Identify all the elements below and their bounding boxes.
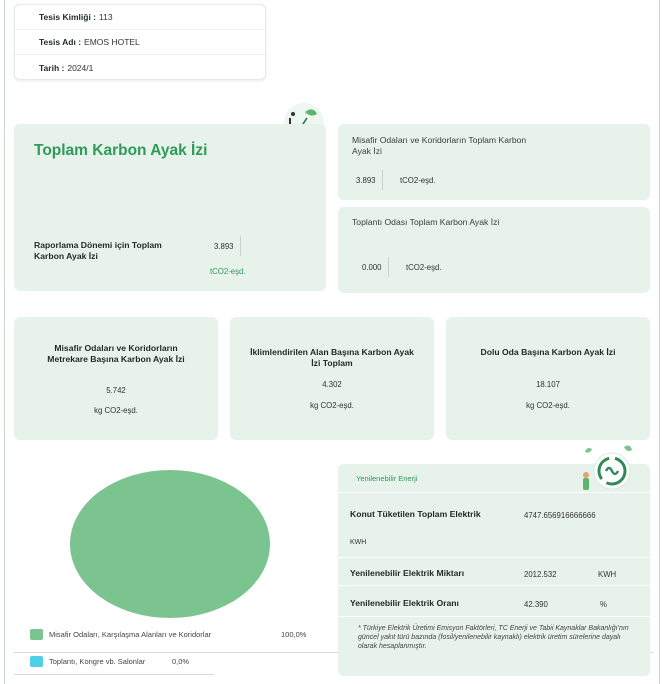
renewable-energy-card: Yenilenebilir Enerji Konut Tüketilen Top… <box>338 464 650 676</box>
guest-rooms-total-unit: tCO2-eşd. <box>400 176 436 185</box>
total-electricity-label: Konut Tüketilen Toplam Elektrik <box>350 509 481 519</box>
per-sqm-card: Misafir Odaları ve Koridorların Metrekar… <box>14 317 218 440</box>
report-date-row: Tarih : 2024/1 <box>15 55 265 80</box>
facility-id-value: 113 <box>99 12 113 22</box>
per-occupied-room-value: 18.107 <box>536 380 560 389</box>
facility-id-label: Tesis Kimliği : <box>39 12 96 22</box>
period-total-value-box: 3.893 <box>214 236 241 256</box>
meeting-room-total-value: 0.000 <box>362 262 382 272</box>
recycle-energy-icon <box>580 441 636 495</box>
total-carbon-card: Toplam Karbon Ayak İzi Raporlama Dönemi … <box>14 124 326 291</box>
facility-name-label: Tesis Adı : <box>39 37 82 47</box>
period-total-value: 3.893 <box>214 241 234 251</box>
frame-left-border <box>4 0 5 684</box>
facility-name-row: Tesis Adı : EMOS HOTEL <box>15 30 265 55</box>
pie-slice-0 <box>70 470 270 618</box>
guest-rooms-total-value-box: 3.893 <box>356 170 383 190</box>
per-sqm-value: 5.742 <box>106 386 126 395</box>
renewable-title: Yenilenebilir Enerji <box>356 474 418 483</box>
renewable-rate-label: Yenilenebilir Elektrik Oranı <box>350 598 459 608</box>
guest-rooms-total-label: Misafir Odaları ve Koridorların Toplam K… <box>352 135 527 156</box>
guest-rooms-total-value: 3.893 <box>356 175 376 185</box>
per-occupied-room-card: Dolu Oda Başına Karbon Ayak İzi 18.107 k… <box>446 317 650 440</box>
guest-rooms-total-card: Misafir Odaları ve Koridorların Toplam K… <box>338 124 650 200</box>
report-date-label: Tarih : <box>39 62 65 73</box>
legend-item-meeting-halls: Toplantı, Kongre vb. Salonlar 0,0% <box>30 656 189 667</box>
renewable-amount-divider <box>338 585 650 586</box>
meeting-room-total-label: Toplantı Odası Toplam Karbon Ayak İzi <box>352 217 500 227</box>
meeting-room-total-value-box: 0.000 <box>362 257 389 277</box>
renewable-rate-value: 42.390 <box>524 600 548 609</box>
legend-swatch-meeting-halls <box>30 656 43 667</box>
per-sqm-unit: kg CO2-eşd. <box>94 406 138 415</box>
legend-label-guest-rooms: Misafir Odaları, Karşılaşma Alanları ve … <box>49 630 212 639</box>
renewable-rate-divider <box>338 616 650 617</box>
facility-name-value: EMOS HOTEL <box>84 37 140 47</box>
total-electricity-value: 4747.656916666666 <box>524 511 596 520</box>
per-occupied-room-label: Dolu Oda Başına Karbon Ayak İzi <box>480 347 616 357</box>
total-carbon-title: Toplam Karbon Ayak İzi <box>34 142 208 159</box>
renewable-rate-unit: % <box>600 600 607 609</box>
legend-divider-bottom <box>14 674 214 675</box>
meeting-room-total-unit: tCO2-eşd. <box>406 263 442 272</box>
legend-swatch-guest-rooms <box>30 629 43 640</box>
report-date-value: 2024/1 <box>67 62 94 73</box>
facility-id-row: Tesis Kimliği : 113 <box>15 5 265 30</box>
renewable-footnote: * Türkiye Elektrik Üretimi Emisyon Faktö… <box>358 625 629 651</box>
renewable-amount-value: 2012.532 <box>524 570 557 579</box>
renewable-amount-unit: KWH <box>598 570 617 579</box>
facility-info-card: Tesis Kimliği : 113 Tesis Adı : EMOS HOT… <box>14 4 266 80</box>
legend-label-meeting-halls: Toplantı, Kongre vb. Salonlar <box>49 657 146 666</box>
legend-item-guest-rooms: Misafir Odaları, Karşılaşma Alanları ve … <box>30 629 306 640</box>
period-total-unit: tCO2-eşd. <box>210 267 246 276</box>
per-conditioned-area-label: İklimlendirilen Alan Başına Karbon Ayak … <box>250 347 414 368</box>
total-electricity-divider <box>338 557 650 558</box>
legend-value-meeting-halls: 0,0% <box>172 657 190 666</box>
total-electricity-unit: KWH <box>350 539 367 546</box>
per-occupied-room-unit: kg CO2-eşd. <box>526 401 570 410</box>
legend-value-guest-rooms: 100,0% <box>281 630 307 639</box>
frame-right-border <box>659 0 660 684</box>
per-sqm-label: Misafir Odaları ve Koridorların Metrekar… <box>47 343 185 364</box>
renewable-amount-label: Yenilenebilir Elektrik Miktarı <box>350 568 465 578</box>
period-total-label: Raporlama Dönemi için Toplam Karbon Ayak… <box>34 240 162 261</box>
per-conditioned-area-value: 4.302 <box>322 380 342 389</box>
footprint-pie-chart <box>70 470 270 618</box>
per-conditioned-area-unit: kg CO2-eşd. <box>310 401 354 410</box>
per-conditioned-area-card: İklimlendirilen Alan Başına Karbon Ayak … <box>230 317 434 440</box>
meeting-room-total-card: Toplantı Odası Toplam Karbon Ayak İzi 0.… <box>338 207 650 293</box>
